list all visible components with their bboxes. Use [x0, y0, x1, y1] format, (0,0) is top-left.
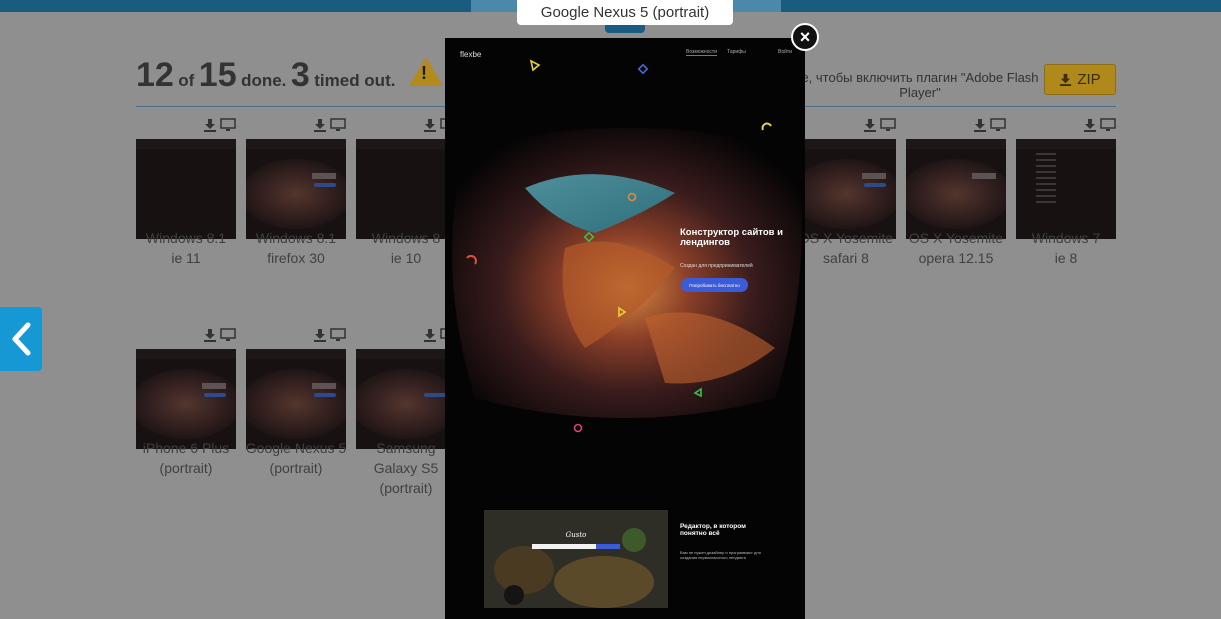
download-icon[interactable] [203, 328, 217, 342]
screenshot-thumbnail[interactable] [246, 139, 346, 239]
of-label: of [178, 71, 195, 90]
done-count: 12 [136, 56, 174, 94]
done-label: done. [241, 71, 287, 90]
download-icon[interactable] [203, 118, 217, 132]
screenshot-thumbnail[interactable] [246, 349, 346, 449]
screenshot-preview: flexbe Возможности Тарифы Войти Конструк… [445, 38, 805, 619]
screenshot-thumbnail[interactable] [796, 139, 896, 239]
zip-download-button[interactable]: ZIP [1044, 64, 1116, 95]
download-icon [1060, 73, 1072, 86]
monitor-icon[interactable] [330, 328, 346, 342]
total-count: 15 [198, 56, 237, 94]
zip-label: ZIP [1077, 71, 1101, 88]
hero-subtitle: Создан для предпринимателей [680, 263, 753, 269]
download-icon[interactable] [423, 118, 437, 132]
food-photo-logo: Gusto [566, 531, 587, 539]
screenshot-thumbnail[interactable] [356, 349, 456, 449]
download-icon[interactable] [863, 118, 877, 132]
screenshot-thumbnail[interactable] [356, 139, 456, 239]
screenshot-caption: Google Nexus 5 (portrait) [245, 440, 347, 476]
screenshot-caption: Windows 8.1 firefox 30 [255, 230, 337, 266]
download-icon[interactable] [973, 118, 987, 132]
monitor-icon[interactable] [990, 118, 1006, 132]
warning-exclamation-icon: ! [421, 63, 427, 83]
monitor-icon[interactable] [220, 118, 236, 132]
screenshot-caption: OS X Yosemite opera 12.15 [908, 230, 1004, 266]
chevron-left-icon [12, 322, 31, 356]
screenshot-caption: Windows 8.1 ie 11 [145, 230, 227, 266]
close-preview-button[interactable]: × [791, 23, 819, 51]
monitor-icon[interactable] [1100, 118, 1116, 132]
flash-plugin-message: е, чтобы включить плагин "Adobe Flash Pl… [801, 70, 1039, 100]
screenshot-caption: iPhone 6 Plus (portrait) [142, 440, 230, 476]
screenshot-thumbnail[interactable] [1016, 139, 1116, 239]
close-icon: × [799, 26, 811, 47]
download-icon[interactable] [313, 118, 327, 132]
download-icon[interactable] [313, 328, 327, 342]
hero-title: Конструктор сайтов и лендингов [680, 227, 783, 248]
device-label: Google Nexus 5 (portrait) [517, 0, 733, 25]
section-title: Редактор, в котором понятно всё [680, 523, 746, 537]
previous-button[interactable] [0, 307, 42, 371]
download-icon[interactable] [1083, 118, 1097, 132]
monitor-icon[interactable] [330, 118, 346, 132]
section-text: Вам не нужен дизайнер и программист для … [680, 550, 761, 560]
screenshot-caption: Windows 7 ie 8 [1031, 230, 1101, 266]
editor-preview-image: Gusto [484, 510, 668, 608]
results-summary: 12 of 15 done. 3 timed out. [136, 56, 395, 95]
screenshot-thumbnail[interactable] [136, 139, 236, 239]
monitor-icon[interactable] [880, 118, 896, 132]
food-photo: Gusto [484, 510, 668, 608]
timed-out-label: timed out. [314, 71, 396, 90]
timed-out-count: 3 [290, 56, 310, 94]
monitor-icon[interactable] [220, 328, 236, 342]
download-icon[interactable] [423, 328, 437, 342]
hero-cta-button: Попробовать бесплатно [681, 278, 748, 292]
screenshot-thumbnail[interactable] [906, 139, 1006, 239]
screenshot-thumbnail[interactable] [136, 349, 236, 449]
